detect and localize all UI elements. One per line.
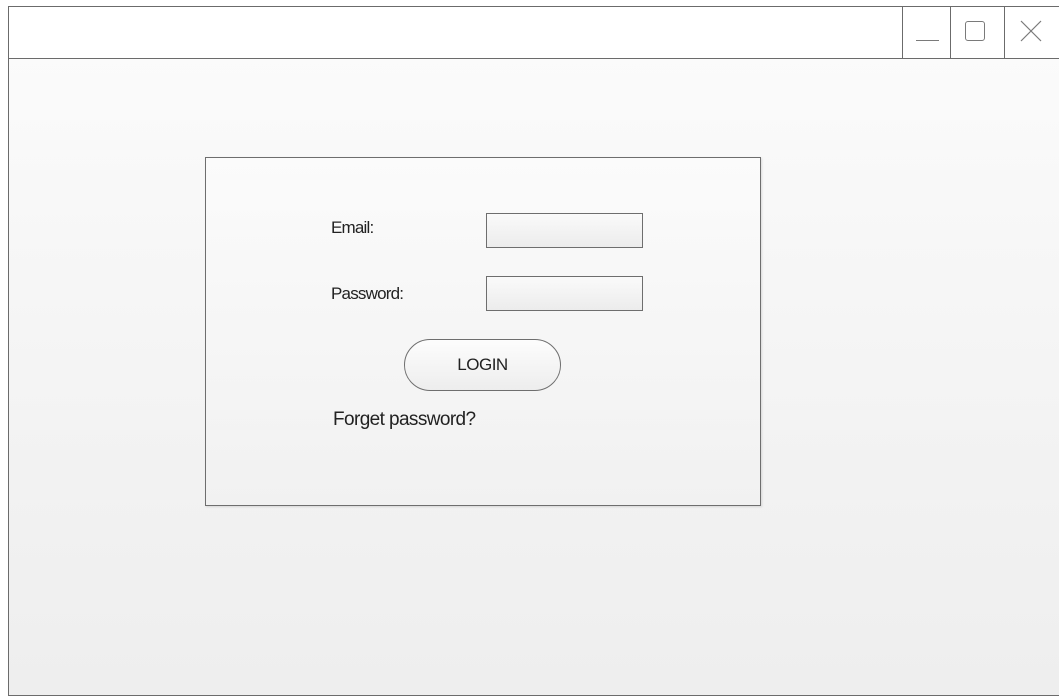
close-icon [1020, 20, 1042, 42]
forget-password-link[interactable]: Forget password? [333, 409, 476, 431]
login-button[interactable]: LOGIN [404, 339, 561, 391]
app-window: Email: Password: LOGIN Forget password? [8, 6, 1059, 696]
maximize-button[interactable] [950, 7, 1004, 58]
email-label: Email: [331, 218, 374, 237]
maximize-icon [965, 21, 985, 41]
password-field[interactable] [486, 276, 643, 311]
title-bar [9, 7, 1059, 59]
email-field[interactable] [486, 213, 643, 248]
password-label: Password: [331, 284, 404, 303]
minimize-icon [916, 40, 939, 41]
login-panel: Email: Password: LOGIN Forget password? [205, 157, 761, 506]
close-button[interactable] [1004, 7, 1059, 58]
minimize-button[interactable] [902, 7, 950, 58]
